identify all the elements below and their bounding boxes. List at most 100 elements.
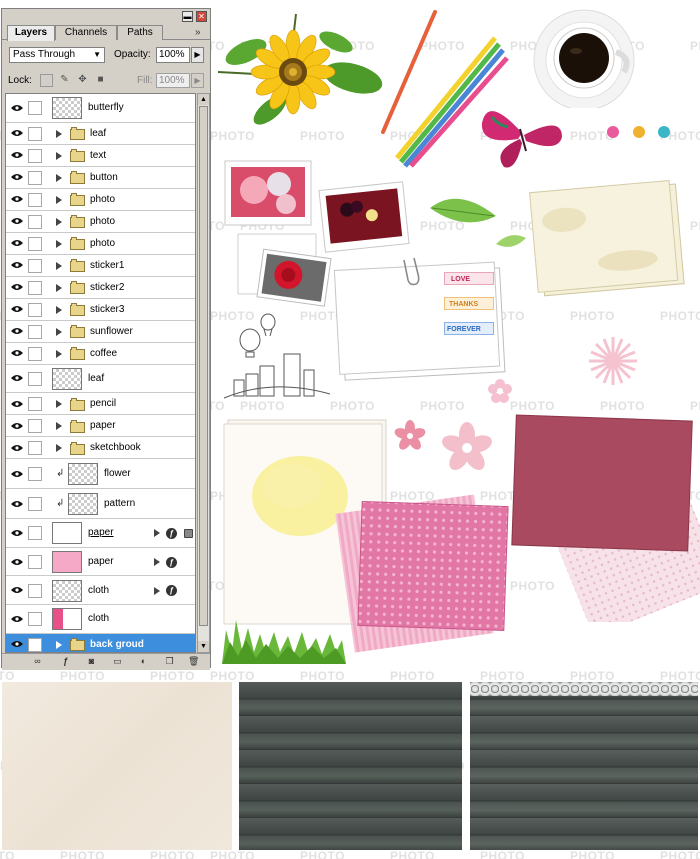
- link-box[interactable]: [28, 526, 42, 541]
- adjustment-layer-icon[interactable]: ◐: [138, 656, 149, 667]
- expand-arrow-icon[interactable]: [56, 349, 62, 358]
- link-box[interactable]: [28, 346, 42, 361]
- eye-icon[interactable]: [8, 167, 26, 188]
- link-box[interactable]: [28, 555, 42, 570]
- layer-row[interactable]: ↲ pattern: [6, 489, 195, 520]
- layer-row[interactable]: cloth ƒ: [6, 576, 195, 605]
- link-box[interactable]: [28, 214, 42, 229]
- link-box[interactable]: [28, 302, 42, 317]
- link-box[interactable]: [28, 258, 42, 273]
- expand-arrow-icon[interactable]: [56, 173, 62, 182]
- layer-row[interactable]: ↲ flower: [6, 459, 195, 490]
- layer-row[interactable]: photo: [6, 188, 195, 211]
- link-box[interactable]: [28, 497, 42, 512]
- scroll-down-icon[interactable]: ▼: [198, 641, 209, 652]
- fill-input[interactable]: 100%: [156, 73, 190, 88]
- scroll-up-icon[interactable]: ▲: [198, 94, 209, 105]
- minimize-button[interactable]: ▬: [182, 11, 193, 22]
- eye-icon[interactable]: [8, 277, 26, 298]
- expand-arrow-icon[interactable]: [56, 195, 62, 204]
- eye-icon[interactable]: [8, 393, 26, 414]
- layer-row[interactable]: leaf: [6, 122, 195, 145]
- layer-row[interactable]: leaf: [6, 364, 195, 394]
- layer-row[interactable]: sticker2: [6, 276, 195, 299]
- new-layer-icon[interactable]: ❐: [164, 656, 175, 667]
- effects-arrow-icon[interactable]: [154, 558, 160, 567]
- link-box[interactable]: [28, 148, 42, 163]
- eye-icon[interactable]: [8, 634, 26, 652]
- layer-row[interactable]: button: [6, 166, 195, 189]
- expand-arrow-icon[interactable]: [56, 239, 62, 248]
- tab-layers[interactable]: Layers: [7, 25, 55, 41]
- opacity-slider-button[interactable]: ▶: [191, 47, 204, 63]
- eye-icon[interactable]: [8, 299, 26, 320]
- expand-arrow-icon[interactable]: [56, 444, 62, 453]
- eye-icon[interactable]: [8, 519, 26, 547]
- opacity-input[interactable]: 100%: [156, 47, 190, 63]
- eye-icon[interactable]: [8, 489, 26, 518]
- layer-row[interactable]: coffee: [6, 342, 195, 365]
- eye-icon[interactable]: [8, 437, 26, 458]
- layer-row[interactable]: butterfly: [6, 94, 195, 123]
- eye-icon[interactable]: [8, 189, 26, 210]
- effects-arrow-icon[interactable]: [154, 586, 160, 595]
- eye-icon[interactable]: [8, 343, 26, 364]
- scroll-thumb[interactable]: [199, 106, 208, 626]
- expand-arrow-icon[interactable]: [56, 217, 62, 226]
- eye-icon[interactable]: [8, 548, 26, 576]
- tab-paths[interactable]: Paths: [117, 25, 163, 40]
- layer-row[interactable]: sketchbook: [6, 437, 195, 460]
- effects-arrow-icon[interactable]: [154, 529, 160, 538]
- link-box[interactable]: [28, 612, 42, 627]
- add-style-icon[interactable]: ƒ: [60, 656, 71, 667]
- layer-row[interactable]: text: [6, 144, 195, 167]
- expand-arrow-icon[interactable]: [56, 283, 62, 292]
- eye-icon[interactable]: [8, 576, 26, 604]
- layer-row[interactable]: sticker3: [6, 298, 195, 321]
- link-box[interactable]: [28, 324, 42, 339]
- expand-arrow-icon[interactable]: [56, 261, 62, 270]
- eye-icon[interactable]: [8, 459, 26, 488]
- layer-row[interactable]: sunflower: [6, 320, 195, 343]
- add-mask-icon[interactable]: ◙: [86, 656, 97, 667]
- lock-transparency-icon[interactable]: [40, 74, 53, 87]
- layer-row[interactable]: photo: [6, 232, 195, 255]
- eye-icon[interactable]: [8, 605, 26, 633]
- expand-arrow-icon[interactable]: [56, 151, 62, 160]
- fill-slider-button[interactable]: ▶: [191, 73, 204, 88]
- link-box[interactable]: [28, 236, 42, 251]
- link-box[interactable]: [28, 419, 42, 434]
- layer-row[interactable]: paper: [6, 415, 195, 438]
- layers-scrollbar[interactable]: ▲ ▼: [197, 93, 210, 653]
- trash-icon[interactable]: 🗑: [188, 656, 199, 667]
- expand-arrow-icon[interactable]: [56, 400, 62, 409]
- blend-mode-select[interactable]: Pass Through ▼: [9, 47, 105, 63]
- layer-row[interactable]: cloth: [6, 605, 195, 634]
- eye-icon[interactable]: [8, 321, 26, 342]
- eye-icon[interactable]: [8, 233, 26, 254]
- lock-move-icon[interactable]: ✥: [77, 74, 88, 85]
- lock-brush-icon[interactable]: ✎: [59, 74, 70, 85]
- expand-arrow-icon[interactable]: [56, 129, 62, 138]
- eye-icon[interactable]: [8, 145, 26, 166]
- link-box[interactable]: [28, 637, 42, 652]
- expand-arrow-icon[interactable]: [56, 422, 62, 431]
- link-box[interactable]: [28, 397, 42, 412]
- layer-row[interactable]: photo: [6, 210, 195, 233]
- expand-arrow-icon[interactable]: [56, 640, 62, 649]
- eye-icon[interactable]: [8, 255, 26, 276]
- close-button[interactable]: ✕: [196, 11, 207, 22]
- link-box[interactable]: [28, 126, 42, 141]
- link-box[interactable]: [28, 170, 42, 185]
- eye-icon[interactable]: [8, 211, 26, 232]
- eye-icon[interactable]: [8, 94, 26, 122]
- lock-all-icon[interactable]: ■: [95, 74, 106, 85]
- layer-row[interactable]: sticker1: [6, 254, 195, 277]
- link-layers-icon[interactable]: ∞: [32, 656, 43, 667]
- expand-arrow-icon[interactable]: [56, 327, 62, 336]
- eye-icon[interactable]: [8, 365, 26, 393]
- eye-icon[interactable]: [8, 415, 26, 436]
- link-box[interactable]: [28, 441, 42, 456]
- layer-row[interactable]: pencil: [6, 393, 195, 416]
- link-box[interactable]: [28, 583, 42, 598]
